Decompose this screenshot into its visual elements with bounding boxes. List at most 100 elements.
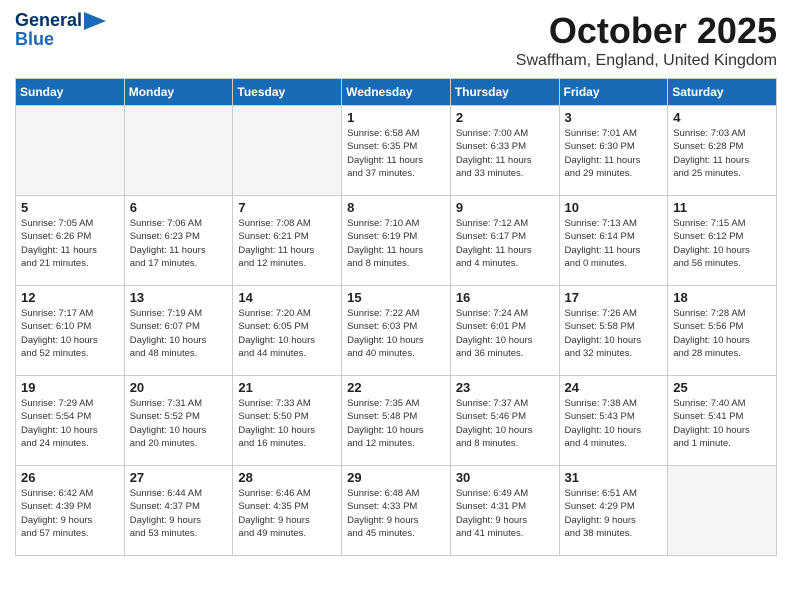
calendar-week-row: 26Sunrise: 6:42 AM Sunset: 4:39 PM Dayli… [16, 466, 777, 556]
table-row: 29 Sunrise: 6:48 AM Sunset: 4:33 PM Dayli… [342, 466, 451, 556]
day-info: Sunrise: 6:58 AM Sunset: 6:35 PM Dayligh… [347, 127, 445, 180]
day-info: Sunrise: 7:17 AM Sunset: 6:10 PM Dayligh… [21, 307, 119, 360]
table-row [16, 106, 125, 196]
day-number: 4 [673, 110, 771, 125]
calendar-week-row: 1 Sunrise: 6:58 AM Sunset: 6:35 PM Daylig… [16, 106, 777, 196]
day-number: 9 [456, 200, 554, 215]
table-row: 17 Sunrise: 7:26 AM Sunset: 5:58 PM Dayli… [559, 286, 668, 376]
day-info: Sunrise: 7:38 AM Sunset: 5:43 PM Dayligh… [565, 397, 663, 450]
day-number: 17 [565, 290, 663, 305]
day-info: Sunrise: 7:24 AM Sunset: 6:01 PM Dayligh… [456, 307, 554, 360]
logo-arrow-icon [84, 12, 106, 30]
day-number: 8 [347, 200, 445, 215]
day-number: 2 [456, 110, 554, 125]
day-info: Sunrise: 7:31 AM Sunset: 5:52 PM Dayligh… [130, 397, 228, 450]
day-info: Sunrise: 7:01 AM Sunset: 6:30 PM Dayligh… [565, 127, 663, 180]
table-row: 9 Sunrise: 7:12 AM Sunset: 6:17 PM Daylig… [450, 196, 559, 286]
day-info: Sunrise: 7:10 AM Sunset: 6:19 PM Dayligh… [347, 217, 445, 270]
day-info: Sunrise: 7:12 AM Sunset: 6:17 PM Dayligh… [456, 217, 554, 270]
day-info: Sunrise: 7:28 AM Sunset: 5:56 PM Dayligh… [673, 307, 771, 360]
day-info: Sunrise: 7:00 AM Sunset: 6:33 PM Dayligh… [456, 127, 554, 180]
col-wednesday: Wednesday [342, 79, 451, 106]
logo-text-general: General [15, 10, 82, 31]
table-row: 27Sunrise: 6:44 AM Sunset: 4:37 PM Dayli… [124, 466, 233, 556]
day-number: 3 [565, 110, 663, 125]
table-row: 8 Sunrise: 7:10 AM Sunset: 6:19 PM Daylig… [342, 196, 451, 286]
table-row [124, 106, 233, 196]
col-monday: Monday [124, 79, 233, 106]
day-info: Sunrise: 7:05 AM Sunset: 6:26 PM Dayligh… [21, 217, 119, 270]
day-info: Sunrise: 6:49 AM Sunset: 4:31 PM Dayligh… [456, 487, 554, 540]
calendar-week-row: 5Sunrise: 7:05 AM Sunset: 6:26 PM Daylig… [16, 196, 777, 286]
table-row: 14Sunrise: 7:20 AM Sunset: 6:05 PM Dayli… [233, 286, 342, 376]
day-number: 10 [565, 200, 663, 215]
day-info: Sunrise: 6:44 AM Sunset: 4:37 PM Dayligh… [130, 487, 228, 540]
day-info: Sunrise: 6:48 AM Sunset: 4:33 PM Dayligh… [347, 487, 445, 540]
table-row: 16Sunrise: 7:24 AM Sunset: 6:01 PM Dayli… [450, 286, 559, 376]
month-title: October 2025 [516, 10, 777, 52]
day-number: 6 [130, 200, 228, 215]
table-row: 22 Sunrise: 7:35 AM Sunset: 5:48 PM Dayli… [342, 376, 451, 466]
table-row: 1 Sunrise: 6:58 AM Sunset: 6:35 PM Daylig… [342, 106, 451, 196]
day-number: 11 [673, 200, 771, 215]
day-number: 26 [21, 470, 119, 485]
table-row: 11Sunrise: 7:15 AM Sunset: 6:12 PM Dayli… [668, 196, 777, 286]
table-row: 30 Sunrise: 6:49 AM Sunset: 4:31 PM Dayli… [450, 466, 559, 556]
table-row: 19 Sunrise: 7:29 AM Sunset: 5:54 PM Dayli… [16, 376, 125, 466]
day-info: Sunrise: 6:51 AM Sunset: 4:29 PM Dayligh… [565, 487, 663, 540]
table-row [668, 466, 777, 556]
calendar-table: Sunday Monday Tuesday Wednesday Thursday… [15, 78, 777, 556]
day-number: 21 [238, 380, 336, 395]
table-row: 3 Sunrise: 7:01 AM Sunset: 6:30 PM Daylig… [559, 106, 668, 196]
col-friday: Friday [559, 79, 668, 106]
table-row: 31 Sunrise: 6:51 AM Sunset: 4:29 PM Dayli… [559, 466, 668, 556]
location: Swaffham, England, United Kingdom [516, 52, 777, 70]
day-info: Sunrise: 7:19 AM Sunset: 6:07 PM Dayligh… [130, 307, 228, 360]
table-row: 21Sunrise: 7:33 AM Sunset: 5:50 PM Dayli… [233, 376, 342, 466]
day-info: Sunrise: 7:08 AM Sunset: 6:21 PM Dayligh… [238, 217, 336, 270]
day-number: 30 [456, 470, 554, 485]
table-row: 5Sunrise: 7:05 AM Sunset: 6:26 PM Daylig… [16, 196, 125, 286]
calendar-week-row: 19 Sunrise: 7:29 AM Sunset: 5:54 PM Dayli… [16, 376, 777, 466]
day-number: 12 [21, 290, 119, 305]
day-number: 15 [347, 290, 445, 305]
day-number: 7 [238, 200, 336, 215]
day-number: 20 [130, 380, 228, 395]
table-row: 7 Sunrise: 7:08 AM Sunset: 6:21 PM Daylig… [233, 196, 342, 286]
table-row: 2 Sunrise: 7:00 AM Sunset: 6:33 PM Daylig… [450, 106, 559, 196]
day-number: 22 [347, 380, 445, 395]
day-number: 19 [21, 380, 119, 395]
day-number: 29 [347, 470, 445, 485]
day-number: 31 [565, 470, 663, 485]
day-info: Sunrise: 7:13 AM Sunset: 6:14 PM Dayligh… [565, 217, 663, 270]
calendar-header-row: Sunday Monday Tuesday Wednesday Thursday… [16, 79, 777, 106]
day-number: 25 [673, 380, 771, 395]
day-number: 23 [456, 380, 554, 395]
day-info: Sunrise: 6:46 AM Sunset: 4:35 PM Dayligh… [238, 487, 336, 540]
day-info: Sunrise: 7:40 AM Sunset: 5:41 PM Dayligh… [673, 397, 771, 450]
logo: General Blue [15, 10, 106, 50]
table-row: 28 Sunrise: 6:46 AM Sunset: 4:35 PM Dayli… [233, 466, 342, 556]
table-row: 18Sunrise: 7:28 AM Sunset: 5:56 PM Dayli… [668, 286, 777, 376]
table-row: 12 Sunrise: 7:17 AM Sunset: 6:10 PM Dayli… [16, 286, 125, 376]
day-info: Sunrise: 7:22 AM Sunset: 6:03 PM Dayligh… [347, 307, 445, 360]
table-row [233, 106, 342, 196]
col-tuesday: Tuesday [233, 79, 342, 106]
col-sunday: Sunday [16, 79, 125, 106]
day-info: Sunrise: 7:37 AM Sunset: 5:46 PM Dayligh… [456, 397, 554, 450]
day-info: Sunrise: 7:26 AM Sunset: 5:58 PM Dayligh… [565, 307, 663, 360]
table-row: 10 Sunrise: 7:13 AM Sunset: 6:14 PM Dayli… [559, 196, 668, 286]
day-number: 28 [238, 470, 336, 485]
table-row: 24Sunrise: 7:38 AM Sunset: 5:43 PM Dayli… [559, 376, 668, 466]
table-row: 15 Sunrise: 7:22 AM Sunset: 6:03 PM Dayli… [342, 286, 451, 376]
table-row: 25 Sunrise: 7:40 AM Sunset: 5:41 PM Dayli… [668, 376, 777, 466]
day-info: Sunrise: 7:29 AM Sunset: 5:54 PM Dayligh… [21, 397, 119, 450]
day-number: 13 [130, 290, 228, 305]
calendar-week-row: 12 Sunrise: 7:17 AM Sunset: 6:10 PM Dayli… [16, 286, 777, 376]
day-info: Sunrise: 7:20 AM Sunset: 6:05 PM Dayligh… [238, 307, 336, 360]
day-info: Sunrise: 7:03 AM Sunset: 6:28 PM Dayligh… [673, 127, 771, 180]
day-number: 1 [347, 110, 445, 125]
day-info: Sunrise: 7:35 AM Sunset: 5:48 PM Dayligh… [347, 397, 445, 450]
title-block: October 2025 Swaffham, England, United K… [516, 10, 777, 70]
table-row: 13 Sunrise: 7:19 AM Sunset: 6:07 PM Dayli… [124, 286, 233, 376]
